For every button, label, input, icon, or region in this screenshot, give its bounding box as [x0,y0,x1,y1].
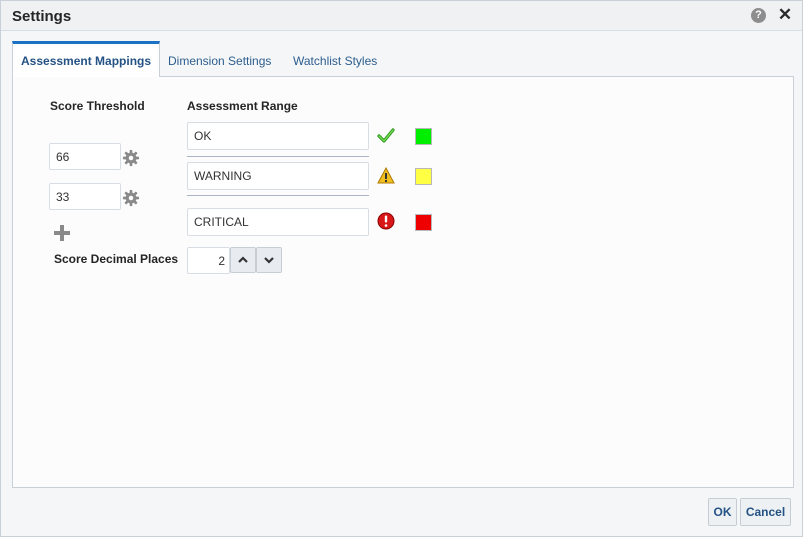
range-name-ok[interactable] [187,122,369,150]
range-divider[interactable] [187,195,369,196]
range-divider[interactable] [187,156,369,157]
assessment-range-label: Assessment Range [187,99,298,113]
range-name-warning[interactable] [187,162,369,190]
help-icon[interactable]: ? [751,8,766,23]
ok-button[interactable]: OK [708,498,737,526]
gear-icon[interactable] [122,149,140,167]
decimal-places-input[interactable] [187,247,230,274]
checkmark-icon [377,128,395,143]
decrement-button[interactable] [256,247,282,273]
dialog-title: Settings [12,8,72,25]
tab-watchlist-styles[interactable]: Watchlist Styles [293,41,377,77]
tab-assessment-mappings[interactable]: Assessment Mappings [12,41,161,77]
warning-icon [377,167,395,184]
threshold-input-2[interactable] [49,183,121,210]
close-icon[interactable]: ✕ [777,5,793,25]
color-swatch-critical[interactable] [415,214,432,231]
chevron-up-icon [238,256,248,263]
assessment-mappings-panel: Score Threshold Assessment Range 66 33 S… [12,76,794,488]
score-decimal-places-label: Score Decimal Places [54,252,179,266]
range-name-critical[interactable] [187,208,369,236]
error-icon [377,212,395,230]
threshold-input-1[interactable] [49,143,121,170]
increment-button[interactable] [230,247,256,273]
tab-bar: Assessment Mappings Dimension Settings W… [12,41,791,77]
tab-dimension-settings[interactable]: Dimension Settings [168,41,271,77]
gear-icon[interactable] [122,189,140,207]
color-swatch-warning[interactable] [415,168,432,185]
settings-dialog: Settings ? ✕ Assessment Mappings Dimensi… [0,0,803,537]
chevron-down-icon [264,257,274,264]
color-swatch-ok[interactable] [415,128,432,145]
score-threshold-label: Score Threshold [50,99,145,113]
dialog-titlebar: Settings ? ✕ [1,1,802,31]
plus-icon[interactable] [54,225,70,241]
cancel-button[interactable]: Cancel [740,498,791,526]
